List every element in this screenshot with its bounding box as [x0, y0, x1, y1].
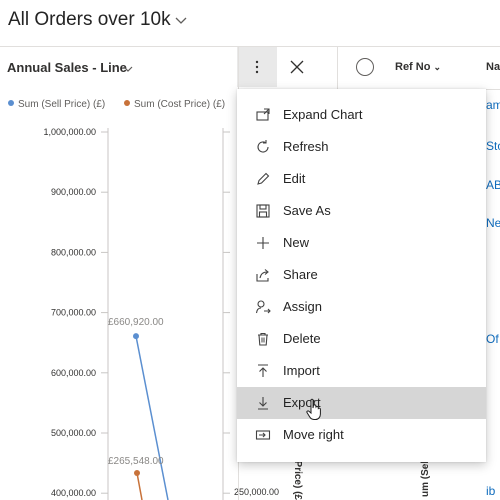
trash-icon [258, 332, 268, 346]
y-tick-label: 400,000.00 [51, 488, 96, 498]
menu-item-label: New [283, 235, 310, 250]
menu-item-label: Delete [283, 331, 321, 346]
export-icon [258, 397, 268, 410]
menu-item-save-as[interactable]: Save As [237, 195, 486, 227]
series-line [135, 335, 169, 500]
menu-item-label: Assign [283, 299, 323, 314]
menu-item-expand-chart[interactable]: Expand Chart [237, 99, 486, 131]
column-header-ref-no[interactable]: Ref No ⌄ [395, 61, 441, 73]
menu-item-label: Refresh [283, 139, 329, 154]
plus-icon [257, 237, 269, 249]
hand-pointer-icon [306, 398, 321, 420]
share-icon [256, 269, 269, 282]
menu-item-label: Save As [283, 203, 331, 218]
grid-cell-link[interactable]: Ne [486, 216, 500, 230]
save-icon [256, 204, 270, 218]
pencil-icon [257, 172, 270, 185]
menu-item-move-right[interactable]: Move right [237, 419, 486, 451]
y-tick-label: 500,000.00 [51, 428, 96, 438]
menu-item-new[interactable]: New [237, 227, 486, 259]
menu-item-delete[interactable]: Delete [237, 323, 486, 355]
menu-item-label: Expand Chart [283, 107, 363, 122]
grid-cell-link[interactable]: Of [486, 332, 499, 346]
grid-cell-link[interactable]: ib [486, 484, 495, 498]
grid-cell-link[interactable]: AB [486, 178, 500, 192]
import-icon [258, 364, 268, 377]
menu-item-refresh[interactable]: Refresh [237, 131, 486, 163]
move-right-icon [255, 430, 271, 440]
chart-commands-menu: Expand Chart Refresh Edit Save As New Sh… [237, 89, 486, 462]
y-tick-label: 600,000.00 [51, 368, 96, 378]
menu-item-label: Move right [283, 427, 344, 442]
data-point[interactable] [134, 470, 140, 476]
column-header-name[interactable]: Na [486, 61, 500, 73]
data-label-sell: £660,920.00 [108, 317, 164, 328]
series-line [136, 472, 143, 500]
menu-item-export[interactable]: Export [237, 387, 486, 419]
y-tick-label: 700,000.00 [51, 308, 96, 318]
menu-item-label: Share [283, 267, 318, 282]
assign-user-icon [255, 300, 271, 314]
menu-item-assign[interactable]: Assign [237, 291, 486, 323]
grid-cell-link[interactable]: Sto [486, 139, 500, 153]
grid-cell-link[interactable]: am [486, 98, 500, 112]
y-tick-label: 900,000.00 [51, 187, 96, 197]
column-header-label: Ref No [395, 61, 431, 73]
chevron-down-icon: ⌄ [433, 62, 442, 72]
y-tick-label: 800,000.00 [51, 247, 96, 257]
data-point[interactable] [133, 333, 139, 340]
grid-header: Ref No ⌄ Na [337, 47, 500, 90]
menu-item-edit[interactable]: Edit [237, 163, 486, 195]
y-tick-label: 1,000,000.00 [43, 127, 96, 137]
refresh-icon [257, 140, 269, 153]
menu-item-import[interactable]: Import [237, 355, 486, 387]
expand-chart-icon [256, 108, 270, 121]
data-label-cost: £265,548.00 [108, 456, 164, 467]
menu-item-label: Import [283, 363, 320, 378]
select-all-checkbox[interactable] [356, 58, 374, 76]
menu-item-label: Edit [283, 171, 306, 186]
menu-item-share[interactable]: Share [237, 259, 486, 291]
